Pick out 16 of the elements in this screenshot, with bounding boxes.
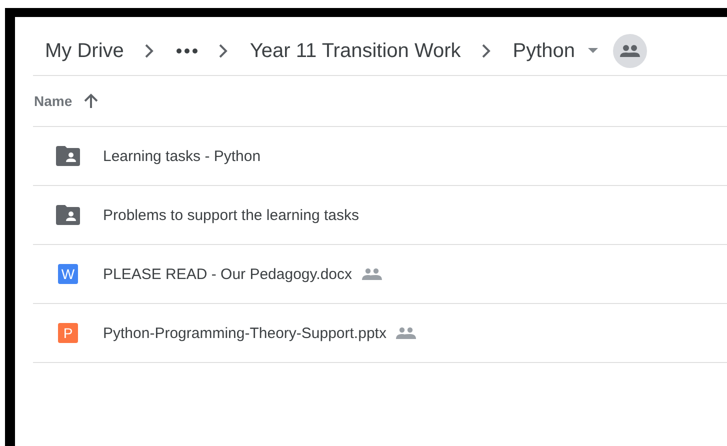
column-header[interactable]: Name <box>34 93 72 109</box>
people-icon[interactable] <box>613 34 648 68</box>
file-type-icon: W <box>58 264 78 284</box>
file-name[interactable]: Learning tasks - Python <box>103 148 261 164</box>
arrow-up-icon[interactable] <box>84 93 98 109</box>
chevron-right-icon <box>144 44 154 58</box>
folder-dropdown[interactable]: Python <box>512 40 600 62</box>
file-type-icon: P <box>58 323 78 343</box>
breadcrumb-link[interactable]: My Drive <box>45 40 124 62</box>
caret-icon[interactable] <box>587 48 600 54</box>
chevron-right-icon <box>480 44 491 58</box>
file-name[interactable]: Python-Programming-Theory-Support.pptx <box>103 324 386 342</box>
file-name[interactable]: Problems to support the learning tasks <box>103 206 359 224</box>
file-name[interactable]: PLEASE READ - Our Pedagogy.docx <box>103 266 352 282</box>
breadcrumb-link[interactable]: Year 11 Transition Work <box>250 40 461 62</box>
chevron-right-icon <box>218 44 228 58</box>
